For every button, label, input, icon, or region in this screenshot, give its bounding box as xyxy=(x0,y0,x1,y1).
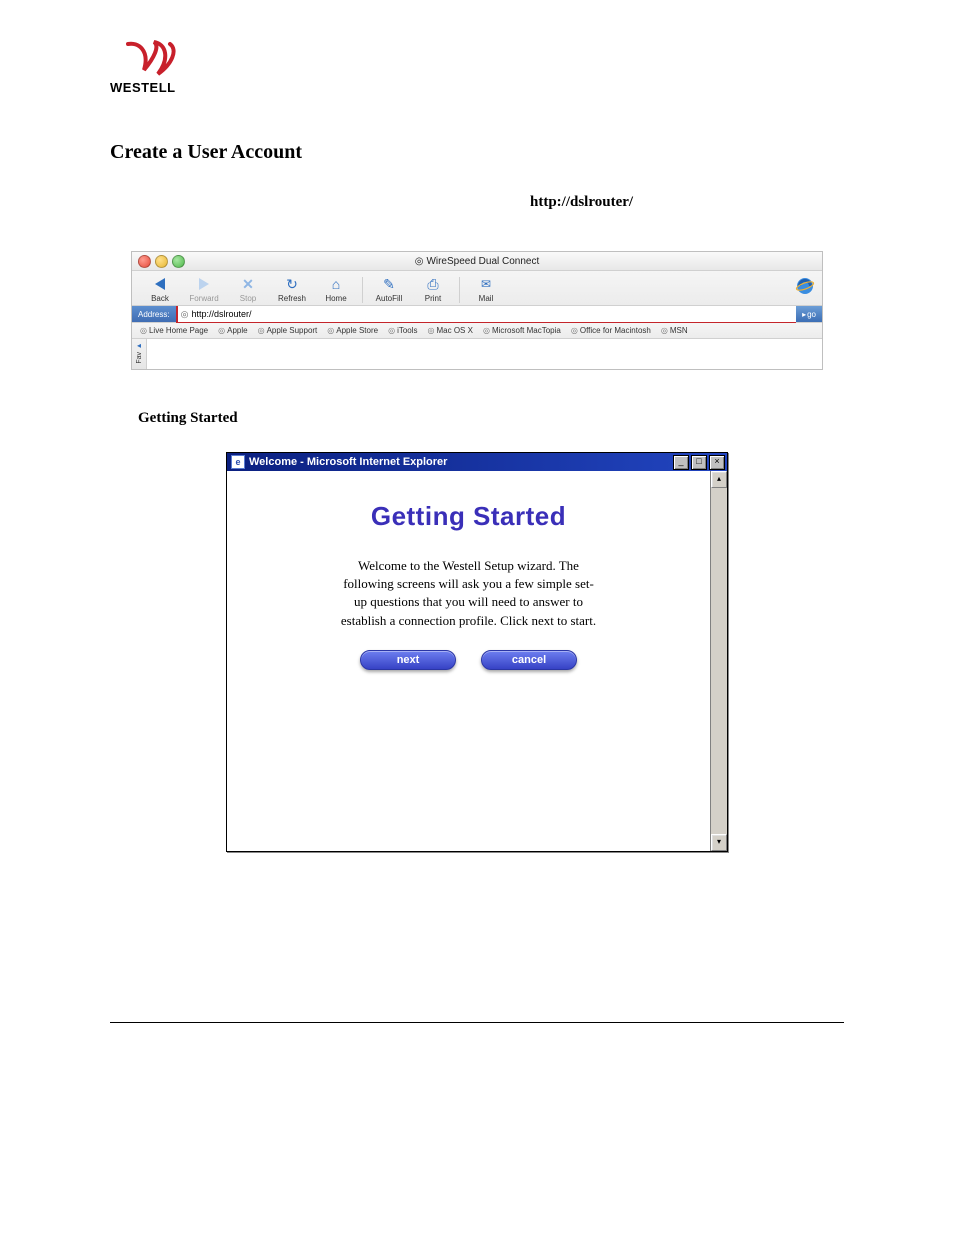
favorite-link[interactable]: ◎iTools xyxy=(388,326,417,335)
win-titlebar: e Welcome - Microsoft Internet Explorer … xyxy=(227,453,727,471)
favorite-link[interactable]: ◎Mac OS X xyxy=(428,326,473,335)
autofill-icon: ✎ xyxy=(383,276,395,293)
cancel-button[interactable]: cancel xyxy=(481,650,577,670)
stop-button[interactable]: ✕ Stop xyxy=(226,275,270,303)
next-button[interactable]: next xyxy=(360,650,456,670)
address-favicon-icon: ◎ xyxy=(181,309,189,320)
dialog-body-text: Welcome to the Westell Setup wizard. The… xyxy=(339,557,599,630)
go-button[interactable]: go xyxy=(796,306,822,322)
dialog-heading: Getting Started xyxy=(257,501,680,532)
minimize-button[interactable]: _ xyxy=(673,455,689,470)
maximize-button[interactable]: □ xyxy=(691,455,707,470)
forward-arrow-icon xyxy=(199,278,209,290)
favorite-link[interactable]: ◎Live Home Page xyxy=(140,326,208,335)
forward-button[interactable]: Forward xyxy=(182,275,226,303)
print-button[interactable]: ⎙ Print xyxy=(411,275,455,303)
favorites-bar: ◎Live Home Page ◎Apple ◎Apple Support ◎A… xyxy=(132,323,822,339)
instruction-url: http://dslrouter/ xyxy=(530,194,844,211)
scroll-up-button[interactable]: ▴ xyxy=(711,471,727,488)
mac-browser-window: ◎WireSpeed Dual Connect Back Forward ✕ S… xyxy=(131,251,823,370)
favorite-link[interactable]: ◎Apple Support xyxy=(258,326,318,335)
stop-icon: ✕ xyxy=(242,276,254,293)
mail-button[interactable]: ✉ Mail xyxy=(464,275,508,303)
home-button[interactable]: ⌂ Home xyxy=(314,275,358,303)
refresh-button[interactable]: ↻ Refresh xyxy=(270,275,314,303)
favorites-side-tab[interactable]: ◂ Fav xyxy=(132,339,147,369)
logo-text: WESTELL xyxy=(110,80,176,95)
close-button[interactable]: × xyxy=(709,455,725,470)
back-button[interactable]: Back xyxy=(138,275,182,303)
refresh-icon: ↻ xyxy=(286,276,298,293)
favorite-link[interactable]: ◎MSN xyxy=(661,326,688,335)
address-bar[interactable]: ◎ xyxy=(176,305,797,323)
favorite-link[interactable]: ◎Apple Store xyxy=(327,326,378,335)
address-label: Address: xyxy=(132,306,176,322)
favorite-link[interactable]: ◎Office for Macintosh xyxy=(571,326,651,335)
scrollbar[interactable]: ▴ ▾ xyxy=(710,471,727,851)
section-heading: Getting Started xyxy=(138,410,844,427)
autofill-button[interactable]: ✎ AutoFill xyxy=(367,275,411,303)
home-icon: ⌂ xyxy=(332,276,340,292)
collapse-icon: ◂ xyxy=(137,341,141,350)
win-browser-window: e Welcome - Microsoft Internet Explorer … xyxy=(226,452,728,852)
window-title: ◎WireSpeed Dual Connect xyxy=(132,256,822,267)
mac-toolbar: Back Forward ✕ Stop ↻ Refresh ⌂ Home ✎ A… xyxy=(132,271,822,306)
mail-icon: ✉ xyxy=(481,277,491,291)
win-title: e Welcome - Microsoft Internet Explorer xyxy=(231,455,447,469)
dialog-content: Getting Started Welcome to the Westell S… xyxy=(227,471,710,851)
ie-page-icon: e xyxy=(231,455,245,469)
favorite-link[interactable]: ◎Microsoft MacTopia xyxy=(483,326,561,335)
print-icon: ⎙ xyxy=(427,276,438,293)
ie-logo-icon xyxy=(794,275,816,297)
westell-logo: WESTELL xyxy=(110,40,190,96)
back-arrow-icon xyxy=(155,278,165,290)
page-heading: Create a User Account xyxy=(110,141,844,164)
mac-titlebar: ◎WireSpeed Dual Connect xyxy=(132,252,822,271)
favorite-link[interactable]: ◎Apple xyxy=(218,326,247,335)
scroll-down-button[interactable]: ▾ xyxy=(711,834,727,851)
address-input[interactable] xyxy=(191,309,796,319)
footer-rule xyxy=(110,1022,844,1023)
